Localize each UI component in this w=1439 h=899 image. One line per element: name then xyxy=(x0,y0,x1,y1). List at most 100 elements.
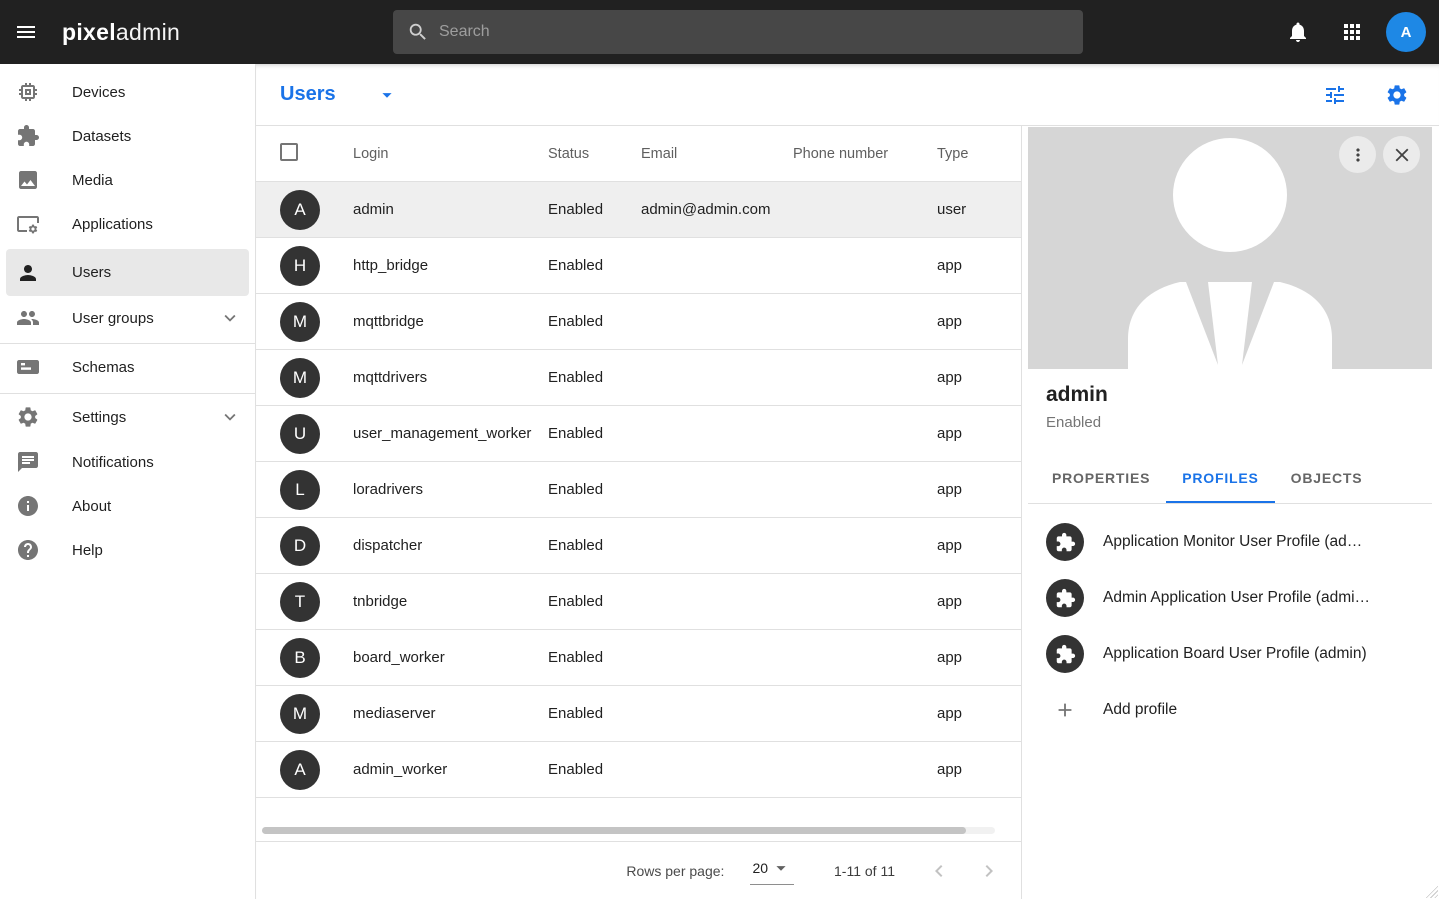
horizontal-scrollbar[interactable] xyxy=(262,827,995,834)
chevron-down-icon xyxy=(219,406,241,428)
next-page-button[interactable] xyxy=(975,857,1003,885)
panel-tab[interactable]: Profiles xyxy=(1166,455,1274,503)
sidebar-item[interactable]: Applications xyxy=(0,202,255,246)
profile-item[interactable]: Application Monitor User Profile (ad… xyxy=(1022,514,1439,570)
column-header: Email xyxy=(641,146,793,162)
sidebar-item[interactable]: Schemas xyxy=(0,343,255,390)
profile-item[interactable]: Application Board User Profile (admin) xyxy=(1022,626,1439,682)
sidebar-item[interactable]: Notifications xyxy=(0,440,255,484)
cell-login: dispatcher xyxy=(353,537,548,554)
image-icon xyxy=(16,168,40,192)
profile-item[interactable]: Admin Application User Profile (admi… xyxy=(1022,570,1439,626)
cell-type: app xyxy=(937,761,1011,778)
cell-type: user xyxy=(937,201,1011,218)
title-dropdown-icon[interactable] xyxy=(376,84,398,106)
table-row[interactable]: A admin_worker Enabled app xyxy=(256,742,1021,798)
panel-tab[interactable]: Properties xyxy=(1036,455,1166,503)
table-row[interactable]: D dispatcher Enabled app xyxy=(256,518,1021,574)
cell-type: app xyxy=(937,649,1011,666)
profile-label: Application Monitor User Profile (ad… xyxy=(1103,533,1374,551)
apps-grid-button[interactable] xyxy=(1332,12,1372,52)
rows-per-page-select[interactable]: 20 xyxy=(750,857,794,885)
rows-per-page-label: Rows per page: xyxy=(626,863,724,879)
select-caret-icon xyxy=(770,857,792,879)
chat-icon xyxy=(16,450,40,474)
chevron-down-icon xyxy=(219,307,241,329)
user-avatar-button[interactable]: A xyxy=(1386,12,1426,52)
scrollbar-thumb[interactable] xyxy=(262,827,966,834)
cell-status: Enabled xyxy=(548,593,641,610)
table-settings-button[interactable] xyxy=(1377,75,1417,115)
page-title[interactable]: Users xyxy=(280,83,336,106)
sidebar-item-label: Help xyxy=(72,542,103,559)
info-icon xyxy=(16,494,40,518)
table-empty-space xyxy=(256,798,1021,827)
kebab-menu-icon xyxy=(1348,145,1368,165)
select-all-cell xyxy=(280,143,353,165)
chevron-right-icon xyxy=(977,859,1001,883)
profile-photo-placeholder xyxy=(1028,127,1432,369)
row-avatar: H xyxy=(280,246,320,286)
search-input[interactable] xyxy=(439,23,1069,41)
panel-image-actions xyxy=(1339,136,1420,173)
sidebar-item[interactable]: Users xyxy=(6,249,249,296)
row-avatar: U xyxy=(280,414,320,454)
column-header: Type xyxy=(937,146,1011,162)
column-header: Login xyxy=(353,146,548,162)
table-row[interactable]: B board_worker Enabled app xyxy=(256,630,1021,686)
select-all-checkbox[interactable] xyxy=(280,143,298,161)
main-area: Users Login xyxy=(256,64,1439,899)
panel-user-title: admin xyxy=(1022,383,1439,407)
cell-type: app xyxy=(937,705,1011,722)
cell-login: mediaserver xyxy=(353,705,548,722)
sidebar-item[interactable]: Datasets xyxy=(0,114,255,158)
add-profile-button[interactable]: Add profile xyxy=(1022,682,1439,738)
panel-tab[interactable]: Objects xyxy=(1275,455,1379,503)
search-box[interactable] xyxy=(393,10,1083,54)
tune-icon xyxy=(1323,83,1347,107)
people-icon xyxy=(16,306,40,330)
panel-more-button[interactable] xyxy=(1339,136,1376,173)
filter-columns-button[interactable] xyxy=(1315,75,1355,115)
table-row[interactable]: L loradrivers Enabled app xyxy=(256,462,1021,518)
add-profile-label: Add profile xyxy=(1103,701,1177,719)
sidebar-item[interactable]: User groups xyxy=(0,296,255,340)
sidebar-item[interactable]: Media xyxy=(0,158,255,202)
cell-type: app xyxy=(937,481,1011,498)
cell-type: app xyxy=(937,537,1011,554)
page-header: Users xyxy=(256,64,1439,126)
cell-status: Enabled xyxy=(548,481,641,498)
sidebar-item[interactable]: Help xyxy=(0,528,255,572)
table-row[interactable]: U user_management_worker Enabled app xyxy=(256,406,1021,462)
row-avatar: T xyxy=(280,582,320,622)
table-row[interactable]: M mediaserver Enabled app xyxy=(256,686,1021,742)
memory-icon xyxy=(16,80,40,104)
panel-body: admin Enabled Properties Profiles Object… xyxy=(1022,369,1439,738)
table-row[interactable]: T tnbridge Enabled app xyxy=(256,574,1021,630)
profile-label: Application Board User Profile (admin) xyxy=(1103,645,1379,663)
sidebar-item[interactable]: Devices xyxy=(0,70,255,114)
rows-per-page-value: 20 xyxy=(752,860,768,876)
row-avatar: L xyxy=(280,470,320,510)
notifications-button[interactable] xyxy=(1278,12,1318,52)
panel-close-button[interactable] xyxy=(1383,136,1420,173)
panel-user-status: Enabled xyxy=(1022,414,1439,431)
table-row[interactable]: M mqttdrivers Enabled app xyxy=(256,350,1021,406)
sidebar-item[interactable]: Settings xyxy=(0,393,255,440)
cell-status: Enabled xyxy=(548,705,641,722)
table-row[interactable]: H http_bridge Enabled app xyxy=(256,238,1021,294)
sidebar-item-label: Users xyxy=(72,264,111,281)
sidebar-item[interactable]: About xyxy=(0,484,255,528)
cell-type: app xyxy=(937,425,1011,442)
table-row[interactable]: A admin Enabled admin@admin.com user xyxy=(256,182,1021,238)
table-header-row: Login Status Email Phone number Type xyxy=(256,126,1021,182)
user-detail-panel: admin Enabled Properties Profiles Object… xyxy=(1021,126,1439,899)
cell-login: loradrivers xyxy=(353,481,548,498)
person-silhouette-icon xyxy=(1100,127,1360,369)
table-row[interactable]: M mqttbridge Enabled app xyxy=(256,294,1021,350)
previous-page-button[interactable] xyxy=(925,857,953,885)
sidebar-item-label: Media xyxy=(72,172,113,189)
topbar: pixeladmin A xyxy=(0,0,1439,64)
hamburger-menu-button[interactable] xyxy=(2,8,50,56)
sidebar-item-label: Applications xyxy=(72,216,153,233)
